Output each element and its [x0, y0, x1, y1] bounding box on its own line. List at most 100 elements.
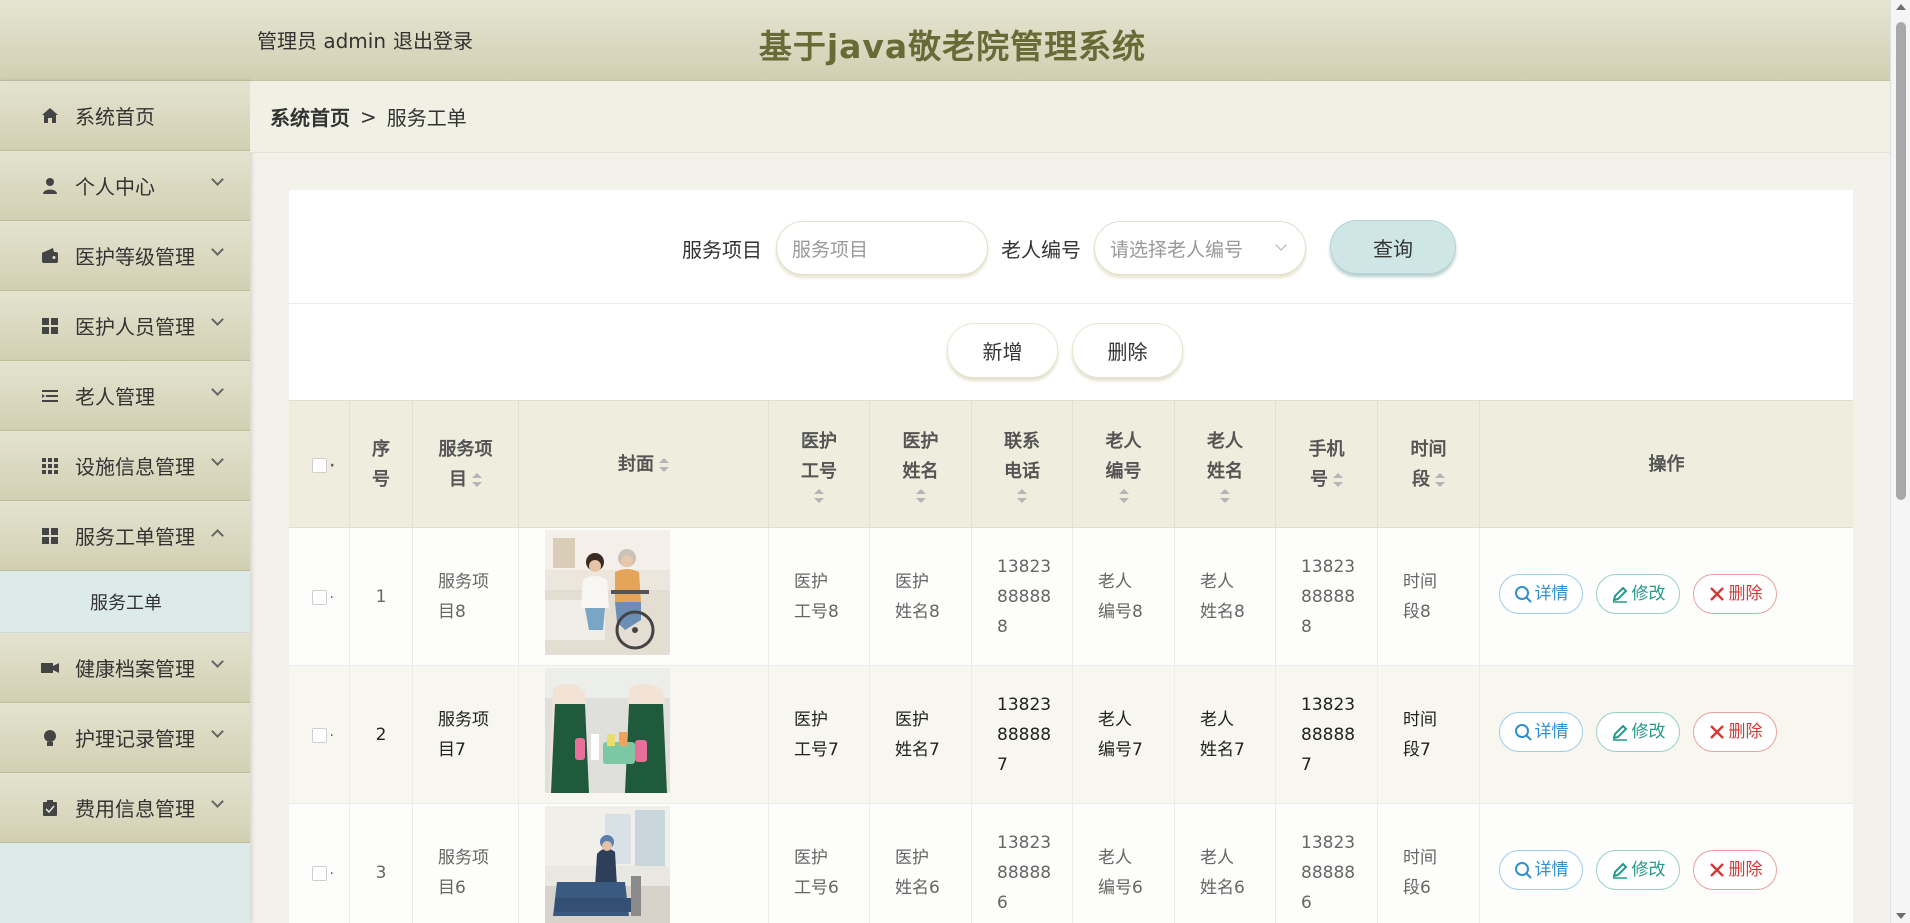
pencil-icon — [1611, 861, 1629, 879]
header-elder-no[interactable]: 老人 编号 — [1073, 401, 1175, 529]
cell-nurse-name: 医护 姓名6 — [870, 804, 972, 923]
header-phone[interactable]: 手机 号 — [1276, 401, 1378, 529]
header-period[interactable]: 时间 段 — [1378, 401, 1480, 529]
breadcrumb-home[interactable]: 系统首页 — [270, 102, 350, 131]
header-nurse-name[interactable]: 医护 姓名 — [870, 401, 972, 529]
header-text: 号 — [1310, 469, 1328, 490]
add-button[interactable]: 新增 — [947, 323, 1058, 378]
cell-text: 医护 — [794, 848, 828, 868]
sidebar-item-label: 费用信息管理 — [75, 797, 195, 821]
detail-button[interactable]: 详情 — [1499, 850, 1583, 890]
header-text: 服务项 — [438, 439, 493, 460]
sidebar-item-fee[interactable]: 费用信息管理 — [0, 773, 250, 843]
service-search-input[interactable]: 服务项目 — [776, 221, 988, 275]
cell-elder-no: 老人 编号8 — [1073, 528, 1175, 666]
cell-text: 姓名8 — [895, 602, 940, 622]
detail-button[interactable]: 详情 — [1499, 712, 1583, 752]
cell-text: 6 — [997, 893, 1008, 913]
edit-button[interactable]: 修改 — [1596, 850, 1680, 890]
header-text: 老人 — [1207, 431, 1243, 452]
elder-no-label: 老人编号 — [1001, 238, 1081, 262]
sidebar-subitem-service-order[interactable]: 服务工单 — [0, 571, 250, 633]
sort-icon[interactable] — [1017, 489, 1027, 503]
cell-text: 段6 — [1403, 878, 1431, 898]
button-label: 删除 — [1728, 584, 1763, 604]
wallet-icon — [40, 246, 60, 266]
header-contact[interactable]: 联系 电话 — [972, 401, 1073, 529]
header-service[interactable]: 服务项 目 — [413, 401, 519, 529]
delete-button[interactable]: 删除 — [1693, 574, 1777, 614]
header-text: 联系 — [1004, 431, 1040, 452]
cell-text: 目7 — [438, 740, 466, 760]
sidebar-item-health-record[interactable]: 健康档案管理 — [0, 633, 250, 703]
sort-icon[interactable] — [1333, 473, 1343, 487]
cell-cover — [519, 804, 769, 923]
header-index: 序 号 — [350, 401, 413, 529]
delete-button[interactable]: 删除 — [1693, 850, 1777, 890]
sidebar-item-profile[interactable]: 个人中心 — [0, 151, 250, 221]
service-label: 服务项目 — [682, 238, 762, 262]
elder-no-placeholder: 请选择老人编号 — [1110, 238, 1244, 261]
cell-text: 工号8 — [794, 602, 839, 622]
button-label: 详情 — [1534, 860, 1569, 880]
search-icon — [1514, 585, 1532, 603]
sidebar-item-elder[interactable]: 老人管理 — [0, 361, 250, 431]
cover-image-caregiver[interactable] — [545, 530, 670, 655]
cell-text: 服务项 — [438, 848, 489, 868]
header-text: 姓名 — [902, 461, 939, 482]
cell-elder-no: 老人 编号7 — [1073, 666, 1175, 804]
delete-button[interactable]: 删除 — [1693, 712, 1777, 752]
cover-image-cleaning[interactable] — [545, 668, 670, 793]
row-checkbox[interactable] — [311, 583, 334, 613]
cell-text: 姓名8 — [1200, 602, 1245, 622]
row-checkbox[interactable] — [311, 721, 334, 751]
sidebar-item-care-record[interactable]: 护理记录管理 — [0, 703, 250, 773]
sort-icon[interactable] — [1435, 473, 1445, 487]
elder-no-select[interactable]: 请选择老人编号 — [1094, 221, 1306, 275]
chevron-down-icon — [211, 453, 224, 466]
chevron-down-icon — [211, 655, 224, 668]
cell-text: 13823 — [997, 557, 1052, 577]
sort-icon[interactable] — [1118, 489, 1129, 503]
cell-ops: 详情 修改 删除 — [1480, 804, 1853, 923]
header-cover[interactable]: 封面 — [519, 401, 769, 529]
cell-text: 老人 — [1200, 572, 1234, 592]
cell-text: 7 — [997, 755, 1008, 775]
scroll-thumb[interactable] — [1896, 22, 1906, 500]
sort-icon[interactable] — [915, 489, 926, 503]
header-text: 工号 — [801, 461, 837, 482]
edit-button[interactable]: 修改 — [1596, 712, 1680, 752]
cell-ops: 详情 修改 删除 — [1480, 528, 1853, 666]
header-text: 老人 — [1105, 431, 1142, 452]
sort-icon[interactable] — [1220, 489, 1230, 503]
query-button[interactable]: 查询 — [1330, 220, 1456, 274]
sidebar-item-service-order[interactable]: 服务工单管理 — [0, 501, 250, 571]
cell-text: 工号7 — [794, 740, 839, 760]
sort-icon[interactable] — [472, 473, 482, 487]
header-select-all — [289, 401, 350, 529]
batch-delete-button[interactable]: 删除 — [1072, 323, 1183, 378]
chevron-down-icon — [211, 725, 224, 738]
cell-text: 老人 — [1200, 848, 1234, 868]
header-nurse-no[interactable]: 医护 工号 — [769, 401, 870, 529]
row-checkbox[interactable] — [311, 859, 334, 889]
sidebar-item-facility[interactable]: 设施信息管理 — [0, 431, 250, 501]
sidebar-item-home[interactable]: 系统首页 — [0, 81, 250, 151]
scroll-up-icon[interactable] — [1896, 4, 1906, 10]
sort-icon[interactable] — [659, 458, 669, 472]
sort-icon[interactable] — [814, 489, 824, 503]
button-label: 修改 — [1631, 722, 1666, 742]
page-scrollbar[interactable] — [1890, 0, 1910, 923]
sidebar-item-nurse-level[interactable]: 医护等级管理 — [0, 221, 250, 291]
header-text: 医护 — [902, 431, 939, 452]
header-elder-name[interactable]: 老人 姓名 — [1175, 401, 1276, 529]
sidebar-item-nurse-staff[interactable]: 医护人员管理 — [0, 291, 250, 361]
scroll-down-icon[interactable] — [1896, 913, 1906, 919]
close-icon — [1708, 723, 1726, 741]
cell-period: 时间 段7 — [1378, 666, 1480, 804]
edit-button[interactable]: 修改 — [1596, 574, 1680, 614]
select-all-checkbox[interactable] — [311, 451, 335, 481]
detail-button[interactable]: 详情 — [1499, 574, 1583, 614]
cover-image-housekeeping[interactable] — [545, 806, 670, 923]
sidebar-item-label: 医护等级管理 — [75, 245, 195, 269]
